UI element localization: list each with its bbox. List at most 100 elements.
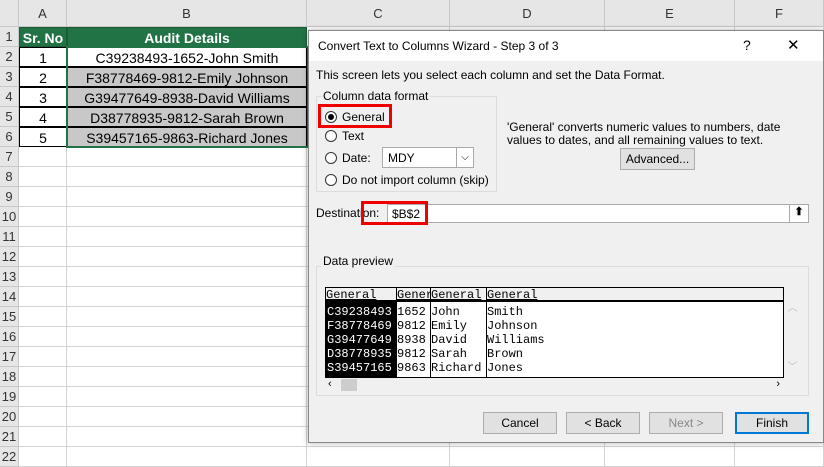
row-header-22[interactable]: 22 <box>0 447 19 467</box>
select-all-corner[interactable] <box>0 0 19 27</box>
row-header-2[interactable]: 2 <box>0 47 19 67</box>
cell[interactable] <box>19 427 67 447</box>
finish-button[interactable]: Finish <box>735 412 809 434</box>
row-header-21[interactable]: 21 <box>0 427 19 447</box>
cell[interactable] <box>19 187 67 207</box>
cell[interactable] <box>19 407 67 427</box>
cell[interactable] <box>19 207 67 227</box>
row-header-17[interactable]: 17 <box>0 347 19 367</box>
preview-cell: Johnson <box>487 319 538 333</box>
column-header-a[interactable]: A <box>19 0 67 27</box>
cell[interactable] <box>67 307 307 327</box>
cell[interactable] <box>307 447 450 467</box>
cell[interactable] <box>450 447 605 467</box>
row-header-6[interactable]: 6 <box>0 127 19 147</box>
radio-skip[interactable] <box>325 174 337 186</box>
preview-horizontal-scrollbar[interactable]: ‹ › <box>325 378 784 392</box>
cell[interactable] <box>67 227 307 247</box>
row-header-14[interactable]: 14 <box>0 287 19 307</box>
cell[interactable] <box>19 247 67 267</box>
next-button[interactable]: Next > <box>649 412 723 434</box>
column-header-f[interactable]: F <box>735 0 824 27</box>
row-header-15[interactable]: 15 <box>0 307 19 327</box>
row-header-5[interactable]: 5 <box>0 107 19 127</box>
cell[interactable] <box>67 427 307 447</box>
cell[interactable] <box>67 267 307 287</box>
cell[interactable] <box>67 327 307 347</box>
row-header-19[interactable]: 19 <box>0 387 19 407</box>
preview-cell: Williams <box>487 333 545 347</box>
row-header-11[interactable]: 11 <box>0 227 19 247</box>
cell[interactable] <box>605 447 735 467</box>
cell[interactable] <box>67 387 307 407</box>
cell[interactable] <box>19 287 67 307</box>
cell[interactable] <box>67 447 307 467</box>
sr-no-cell[interactable]: 5 <box>19 127 67 147</box>
help-button[interactable]: ? <box>743 37 751 53</box>
cell[interactable] <box>67 407 307 427</box>
cell[interactable] <box>19 447 67 467</box>
row-header-7[interactable]: 7 <box>0 147 19 167</box>
cell[interactable] <box>67 347 307 367</box>
row-header-1[interactable]: 1 <box>0 27 19 47</box>
cell[interactable] <box>19 227 67 247</box>
sr-no-cell[interactable]: 2 <box>19 67 67 87</box>
preview-vertical-scrollbar[interactable]: ︿ ﹀ <box>784 287 801 378</box>
row-header-18[interactable]: 18 <box>0 367 19 387</box>
cell[interactable] <box>67 187 307 207</box>
radio-date[interactable] <box>325 152 337 164</box>
header-sr-no[interactable]: Sr. No <box>19 27 67 47</box>
cell[interactable] <box>19 307 67 327</box>
preview-cell: C39238493 <box>327 305 392 319</box>
row-header-10[interactable]: 10 <box>0 207 19 227</box>
cell[interactable] <box>67 367 307 387</box>
row-header-8[interactable]: 8 <box>0 167 19 187</box>
cell[interactable] <box>19 147 67 167</box>
cancel-button[interactable]: Cancel <box>483 412 557 434</box>
back-button[interactable]: < Back <box>566 412 640 434</box>
cell[interactable] <box>19 327 67 347</box>
sr-no-cell[interactable]: 3 <box>19 87 67 107</box>
preview-column-header[interactable]: General <box>486 288 783 302</box>
header-audit-details[interactable]: Audit Details <box>67 27 307 47</box>
cell[interactable] <box>67 287 307 307</box>
text-label[interactable]: Text <box>342 129 364 143</box>
column-format-label: Column data format <box>321 89 431 103</box>
cell[interactable] <box>19 387 67 407</box>
preview-column-header[interactable]: General <box>430 288 486 302</box>
row-header-3[interactable]: 3 <box>0 67 19 87</box>
cell[interactable] <box>67 207 307 227</box>
cell[interactable] <box>19 167 67 187</box>
destination-input[interactable]: $B$2 ⬆ <box>387 204 809 223</box>
sr-no-cell[interactable]: 4 <box>19 107 67 127</box>
row-header-20[interactable]: 20 <box>0 407 19 427</box>
row-header-16[interactable]: 16 <box>0 327 19 347</box>
cell[interactable] <box>67 147 307 167</box>
sr-no-cell[interactable]: 1 <box>19 47 67 67</box>
cell[interactable] <box>19 267 67 287</box>
radio-text[interactable] <box>325 130 337 142</box>
column-header-b[interactable]: B <box>67 0 307 27</box>
preview-column-header[interactable]: General <box>326 288 396 302</box>
skip-label[interactable]: Do not import column (skip) <box>342 173 489 187</box>
cell[interactable] <box>735 447 824 467</box>
column-header-d[interactable]: D <box>450 0 605 27</box>
cell[interactable] <box>19 367 67 387</box>
cell[interactable] <box>67 167 307 187</box>
close-button[interactable]: ✕ <box>787 36 800 54</box>
advanced-button[interactable]: Advanced... <box>620 148 695 170</box>
row-header-9[interactable]: 9 <box>0 187 19 207</box>
cell[interactable] <box>19 347 67 367</box>
date-label[interactable]: Date: <box>342 151 371 165</box>
collapse-dialog-icon[interactable]: ⬆ <box>789 205 808 222</box>
preview-cell: 9863 <box>397 361 426 375</box>
row-header-12[interactable]: 12 <box>0 247 19 267</box>
date-format-select[interactable]: MDY ⌵ <box>382 147 474 168</box>
column-header-c[interactable]: C <box>307 0 450 27</box>
cell[interactable] <box>67 247 307 267</box>
row-header-13[interactable]: 13 <box>0 267 19 287</box>
column-header-e[interactable]: E <box>605 0 735 27</box>
data-preview-grid[interactable]: General Gener General General C39238493 1652 J… <box>325 287 784 378</box>
preview-column-header[interactable]: Gener <box>396 288 430 302</box>
row-header-4[interactable]: 4 <box>0 87 19 107</box>
